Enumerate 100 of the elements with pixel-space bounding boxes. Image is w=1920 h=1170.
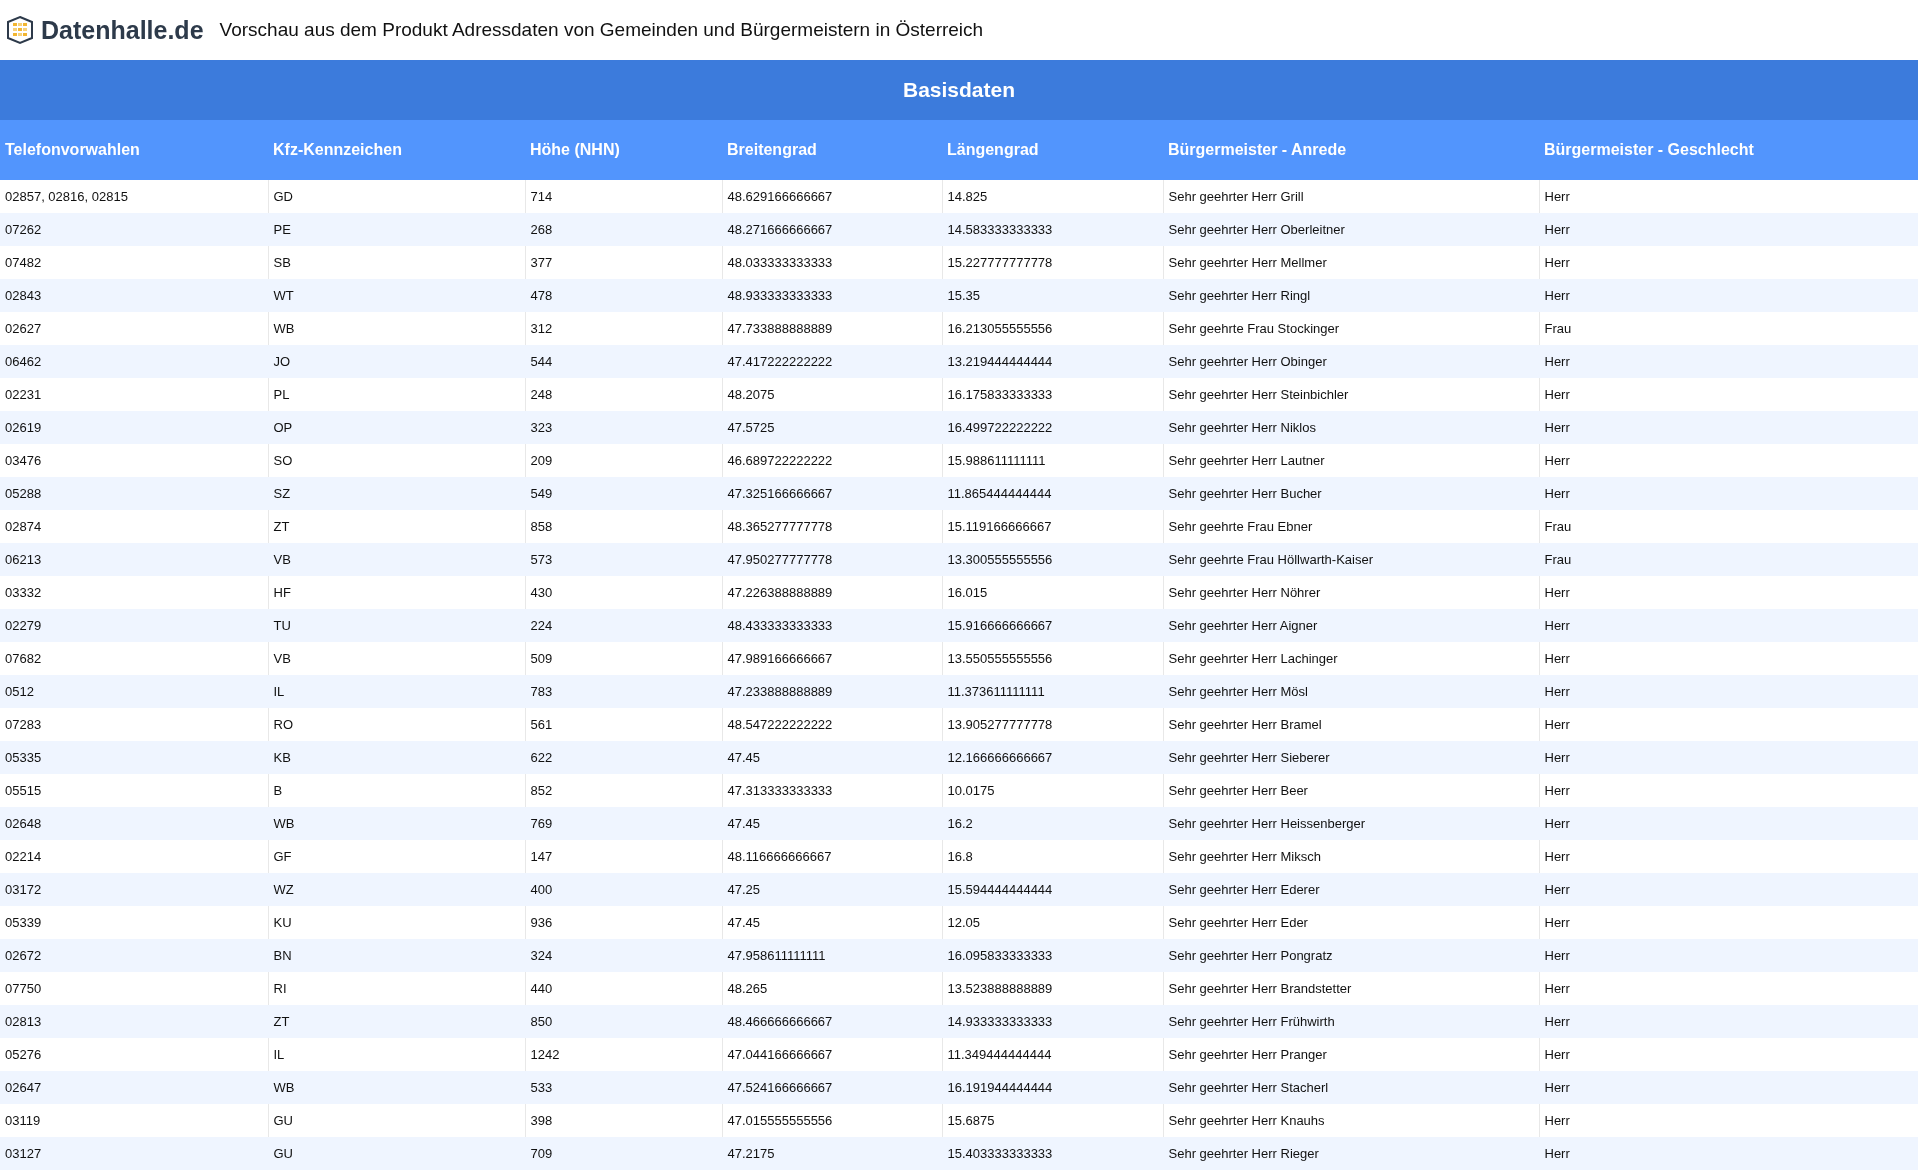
table-cell: 544 [525,345,722,378]
table-cell: 07283 [0,708,268,741]
table-cell: BN [268,939,525,972]
column-header: Kfz-Kennzeichen [268,120,525,180]
table-cell: Herr [1539,1071,1918,1104]
table-cell: 47.45 [722,807,942,840]
table-cell: 06213 [0,543,268,576]
table-cell: 573 [525,543,722,576]
table-cell: 48.933333333333 [722,279,942,312]
table-cell: 11.865444444444 [942,477,1163,510]
table-cell: 709 [525,1137,722,1170]
table-cell: 48.271666666667 [722,213,942,246]
table-cell: 07482 [0,246,268,279]
table-cell: Sehr geehrter Herr Pongratz [1163,939,1539,972]
table-cell: 15.916666666667 [942,609,1163,642]
table-cell: 02647 [0,1071,268,1104]
table-cell: Herr [1539,807,1918,840]
column-header: Telefonvorwahlen [0,120,268,180]
table-cell: 02843 [0,279,268,312]
table-cell: 47.5725 [722,411,942,444]
table-cell: 16.191944444444 [942,1071,1163,1104]
table-cell: 14.583333333333 [942,213,1163,246]
group-header: Basisdaten [0,60,1918,120]
table-cell: 15.403333333333 [942,1137,1163,1170]
table-cell: Sehr geehrter Herr Ringl [1163,279,1539,312]
column-header: Bürgermeister - Geschlecht [1539,120,1918,180]
table-cell: 47.524166666667 [722,1071,942,1104]
table-cell: Herr [1539,1137,1918,1170]
table-cell: 323 [525,411,722,444]
table-cell: 02627 [0,312,268,345]
table-cell: 02231 [0,378,268,411]
table-cell: 47.233888888889 [722,675,942,708]
table-cell: 16.2 [942,807,1163,840]
table-cell: 324 [525,939,722,972]
table-cell: GU [268,1137,525,1170]
table-cell: JO [268,345,525,378]
table-cell: 47.950277777778 [722,543,942,576]
table-cell: 224 [525,609,722,642]
table-cell: Herr [1539,873,1918,906]
table-cell: TU [268,609,525,642]
table-cell: 02813 [0,1005,268,1038]
table-cell: 11.373611111111 [942,675,1163,708]
table-cell: 47.417222222222 [722,345,942,378]
table-cell: 16.499722222222 [942,411,1163,444]
table-cell: 478 [525,279,722,312]
table-cell: ZT [268,1005,525,1038]
column-header: Breitengrad [722,120,942,180]
table-cell: Sehr geehrter Herr Sieberer [1163,741,1539,774]
table-cell: Sehr geehrter Herr Niklos [1163,411,1539,444]
table-cell: Sehr geehrter Herr Oberleitner [1163,213,1539,246]
column-header: Höhe (NHN) [525,120,722,180]
table-cell: 13.219444444444 [942,345,1163,378]
table-cell: Sehr geehrter Herr Bucher [1163,477,1539,510]
table-cell: 14.933333333333 [942,1005,1163,1038]
table-cell: 07682 [0,642,268,675]
table-cell: 07262 [0,213,268,246]
table-cell: WZ [268,873,525,906]
table-cell: 03476 [0,444,268,477]
table-cell: 15.35 [942,279,1163,312]
table-cell: Herr [1539,609,1918,642]
table-cell: 47.25 [722,873,942,906]
table-cell: Sehr geehrter Herr Aigner [1163,609,1539,642]
table-cell: 12.166666666667 [942,741,1163,774]
table-cell: Herr [1539,939,1918,972]
table-cell: Sehr geehrter Herr Rieger [1163,1137,1539,1170]
table-cell: 05339 [0,906,268,939]
table-cell: Herr [1539,213,1918,246]
table-cell: 13.300555555556 [942,543,1163,576]
table-cell: IL [268,675,525,708]
table-cell: 03332 [0,576,268,609]
table-cell: 622 [525,741,722,774]
table-cell: PE [268,213,525,246]
table-cell: Herr [1539,279,1918,312]
table-cell: 268 [525,213,722,246]
table-cell: Sehr geehrter Herr Ederer [1163,873,1539,906]
table-cell: Sehr geehrter Herr Stacherl [1163,1071,1539,1104]
table-cell: 47.325166666667 [722,477,942,510]
table-cell: Sehr geehrter Herr Heissenberger [1163,807,1539,840]
table-cell: 47.2175 [722,1137,942,1170]
logo-text[interactable]: Datenhalle.de [41,15,204,45]
table-cell: 400 [525,873,722,906]
table-cell: 07750 [0,972,268,1005]
table-cell: 47.958611111111 [722,939,942,972]
page-title: Vorschau aus dem Produkt Adressdaten von Gemeinden und Bürgermeistern in Österreich [219,19,984,41]
table-cell: 02279 [0,609,268,642]
table-cell: 05288 [0,477,268,510]
table-cell: 03127 [0,1137,268,1170]
table-cell: 533 [525,1071,722,1104]
table-cell: 02214 [0,840,268,873]
table-cell: Sehr geehrter Herr Mösl [1163,675,1539,708]
table-cell: VB [268,543,525,576]
table-cell: Herr [1539,345,1918,378]
table-cell: 0512 [0,675,268,708]
table-cell: 02619 [0,411,268,444]
table-cell: OP [268,411,525,444]
table-cell: 02857, 02816, 02815 [0,180,268,213]
table-cell: 48.466666666667 [722,1005,942,1038]
table-cell: 06462 [0,345,268,378]
table-cell: 15.594444444444 [942,873,1163,906]
table-cell: Frau [1539,543,1918,576]
